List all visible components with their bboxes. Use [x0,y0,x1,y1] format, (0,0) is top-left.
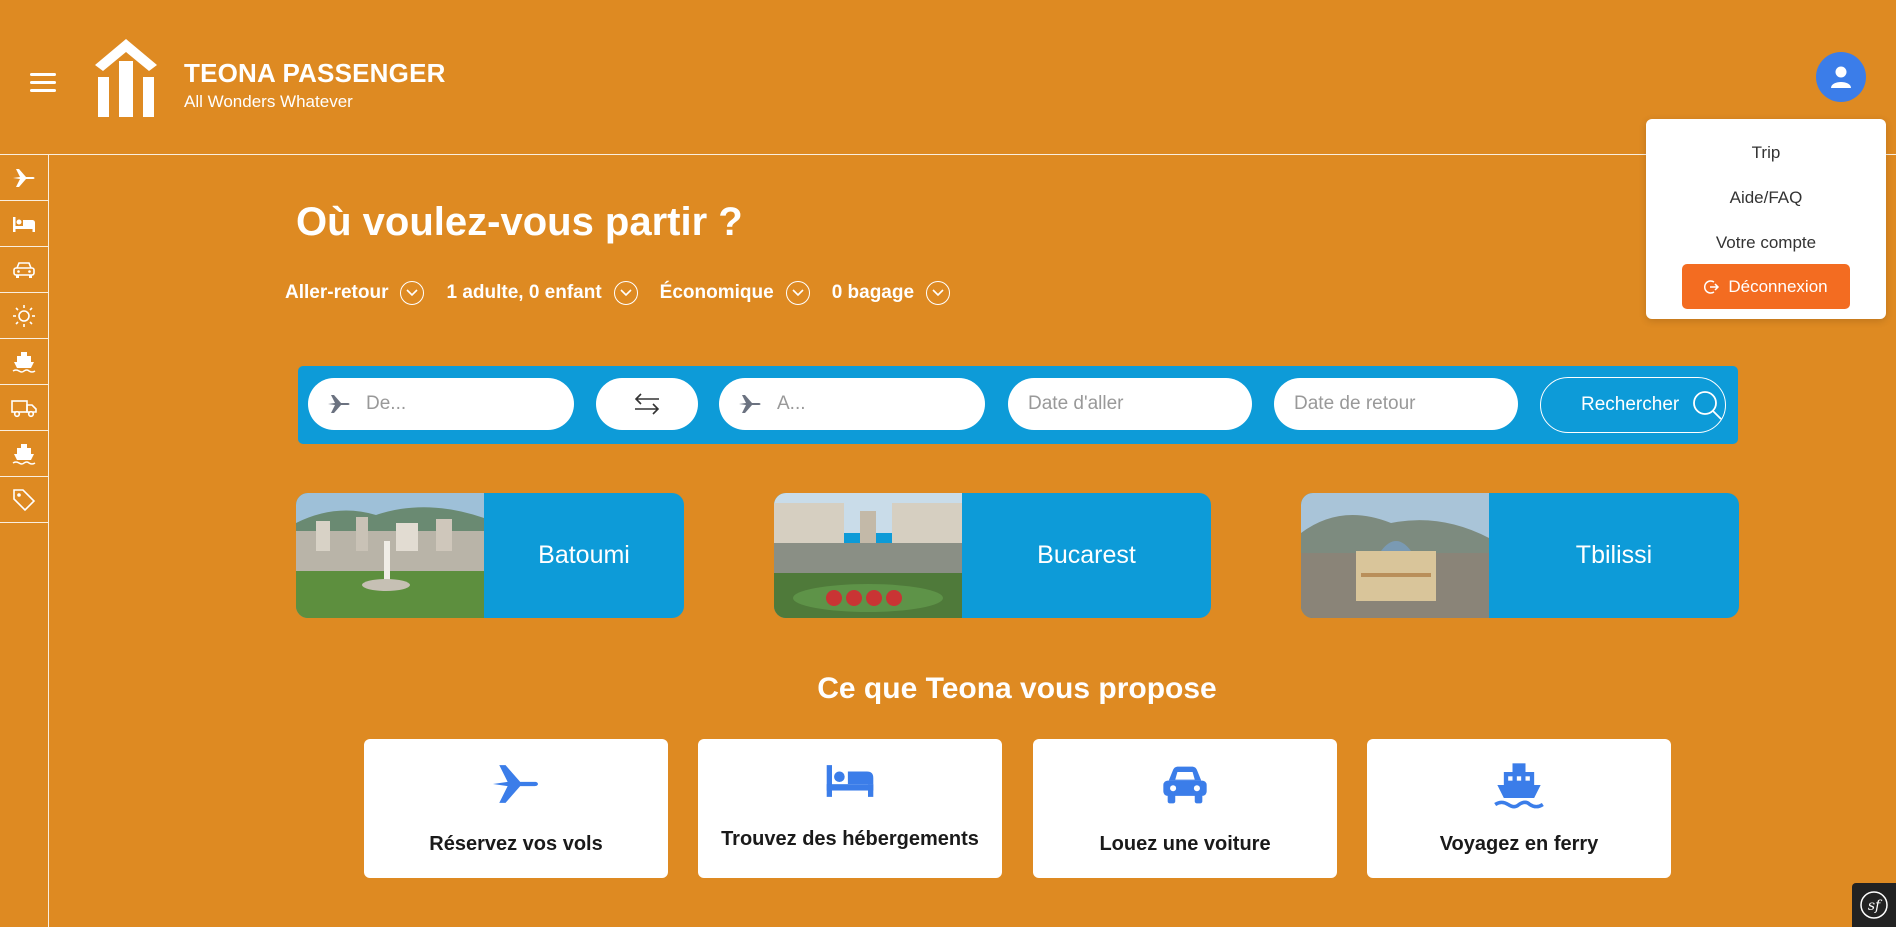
service-card-flights[interactable]: Réservez vos vols [364,739,668,878]
chevron-down-icon [785,281,810,305]
top-header: TEONA PASSENGER All Wonders Whatever [0,0,1896,155]
departure-date-placeholder: Date d'aller [1028,393,1124,414]
search-headline: Où voulez-vous partir ? [296,200,743,244]
flight-search-bar: De... A... Date d'aller Date de retour R… [298,366,1738,444]
destination-label: Batoumi [538,541,630,569]
service-icon-wrap [364,761,668,807]
service-icon-wrap [1367,761,1671,809]
svg-text:sf: sf [1868,898,1883,914]
chevron-down-icon [613,281,638,305]
service-icon-wrap [698,763,1002,799]
menu-item-trip[interactable]: Trip [1646,143,1886,163]
user-dropdown-menu: Trip Aide/FAQ Votre compte Déconnexion [1646,119,1886,319]
logout-button[interactable]: Déconnexion [1682,264,1850,309]
bed-icon [13,216,35,232]
teona-logo[interactable] [93,37,159,117]
bucarest-photo [774,493,962,618]
sidebar-item-hotels[interactable] [0,201,48,247]
destination-label: Tbilissi [1575,541,1653,569]
swap-button[interactable] [596,378,698,430]
sidebar-item-cruises[interactable] [0,431,48,477]
chevron-down-icon [400,281,425,305]
baggage-dropdown[interactable]: 0 bagage [831,281,951,305]
sidebar-item-activities[interactable] [0,293,48,339]
return-date-input[interactable]: Date de retour [1274,378,1518,430]
destination-card-batoumi[interactable]: Batoumi [296,493,684,618]
plane-icon [328,395,350,413]
service-card-hotels[interactable]: Trouvez des hébergements [698,739,1002,878]
trip-type-label: Aller-retour [285,282,389,303]
search-button[interactable]: Rechercher [1540,377,1726,433]
cabin-class-dropdown[interactable]: Économique [660,281,810,305]
plane-icon [13,168,35,187]
user-icon [1831,66,1851,88]
plane-icon [739,395,761,413]
search-button-label: Rechercher [1581,394,1680,415]
sidebar-item-cars[interactable] [0,247,48,293]
sidebar-item-transport[interactable] [0,385,48,431]
tag-icon [13,488,36,511]
destination-placeholder: A... [777,393,806,414]
ship-icon [12,443,36,465]
search-icon [1693,391,1722,420]
destination-card-bucarest[interactable]: Bucarest [774,493,1211,618]
departure-date-input[interactable]: Date d'aller [1008,378,1252,430]
passengers-label: 1 adulte, 0 enfant [446,282,602,303]
ferry-icon [1494,763,1544,809]
service-card-ferries[interactable]: Voyagez en ferry [1367,739,1671,878]
brand-name: TEONA PASSENGER [184,58,446,88]
user-avatar-button[interactable] [1816,52,1866,102]
menu-item-account[interactable]: Votre compte [1646,233,1886,253]
service-label: Voyagez en ferry [1439,833,1599,855]
service-icon-wrap [1033,763,1337,807]
sidebar-item-ferries[interactable] [0,339,48,385]
service-card-cars[interactable]: Louez une voiture [1033,739,1337,878]
trip-type-dropdown[interactable]: Aller-retour [285,281,425,305]
service-label: Réservez vos vols [429,833,603,855]
swap-arrows-icon [634,393,660,415]
tbilissi-photo [1301,493,1489,618]
hamburger-menu-icon[interactable] [30,73,56,93]
service-label: Louez une voiture [1099,833,1271,855]
debug-toolbar-toggle[interactable]: sf [1852,883,1896,927]
destination-input[interactable]: A... [719,378,985,430]
sidebar-item-flights[interactable] [0,155,48,201]
return-date-placeholder: Date de retour [1294,393,1416,414]
left-sidebar [0,155,49,927]
logout-label: Déconnexion [1728,276,1828,296]
logout-icon [1704,279,1720,294]
car-icon [1163,766,1207,804]
batoumi-photo [296,493,484,618]
sun-icon [13,304,35,327]
bed-icon [826,765,874,797]
brand-tagline: All Wonders Whatever [184,92,353,111]
passengers-dropdown[interactable]: 1 adulte, 0 enfant [446,281,638,305]
sidebar-item-deals[interactable] [0,477,48,523]
truck-icon [11,399,37,417]
origin-input[interactable]: De... [308,378,574,430]
ferry-icon [12,351,36,373]
destination-label: Bucarest [1037,541,1136,569]
service-label: Trouvez des hébergements [721,828,979,850]
cabin-class-label: Économique [659,282,774,303]
car-icon [13,261,35,278]
baggage-label: 0 bagage [831,282,915,303]
menu-item-help-faq[interactable]: Aide/FAQ [1646,188,1886,208]
chevron-down-icon [926,281,951,305]
origin-placeholder: De... [366,393,407,414]
search-options-row: Aller-retour 1 adulte, 0 enfant Économiq… [285,280,972,306]
plane-icon [493,765,538,803]
symfony-icon: sf [1860,891,1888,919]
services-title: Ce que Teona vous propose [817,672,1217,705]
destination-card-tbilissi[interactable]: Tbilissi [1301,493,1739,618]
